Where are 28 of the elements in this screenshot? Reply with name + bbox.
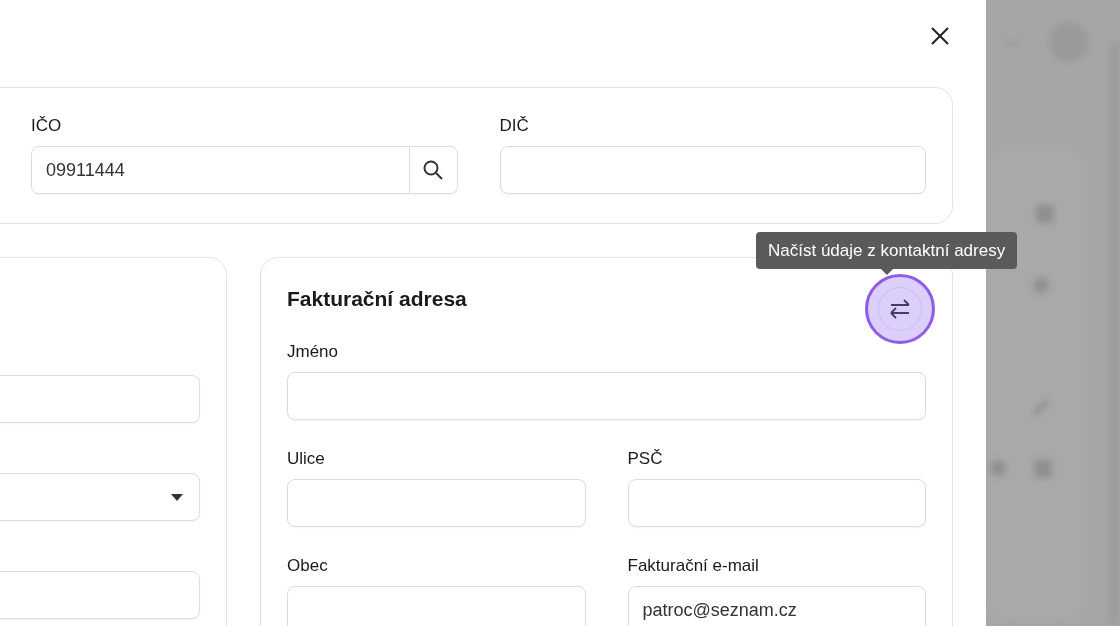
field-value: 09911444: [46, 159, 126, 181]
select-field[interactable]: [0, 473, 200, 521]
input-field[interactable]: [287, 479, 586, 527]
field-label: Obec: [287, 556, 329, 576]
swap-arrows-icon: [888, 299, 912, 319]
tooltip: Načíst údaje z kontaktní adresy: [756, 232, 1018, 269]
input-field[interactable]: 09911444: [31, 146, 458, 194]
input-field[interactable]: [287, 372, 926, 420]
field-label: PSČ: [627, 449, 664, 469]
input-field[interactable]: patroc@seznam.cz: [627, 586, 926, 626]
field-label: Fakturační e-mail: [627, 556, 760, 576]
close-icon: [930, 26, 950, 46]
field-label: Ulice: [287, 449, 326, 469]
input-field[interactable]: [287, 586, 586, 626]
section-title: Fakturační adresa: [287, 287, 467, 311]
caret-icon: [171, 493, 183, 501]
search-icon: [422, 159, 444, 181]
field-label: IČO: [31, 116, 63, 136]
field-label: Jméno: [287, 342, 340, 362]
input-field[interactable]: [0, 571, 200, 619]
input-field[interactable]: [627, 479, 926, 527]
field-label: DIČ: [499, 116, 530, 136]
search-button[interactable]: [408, 147, 457, 193]
tooltip-arrow: [880, 269, 893, 275]
field-value: patroc@seznam.cz: [642, 599, 797, 621]
input-field[interactable]: [0, 375, 200, 423]
input-field[interactable]: [499, 146, 926, 194]
close-button[interactable]: [930, 26, 950, 46]
